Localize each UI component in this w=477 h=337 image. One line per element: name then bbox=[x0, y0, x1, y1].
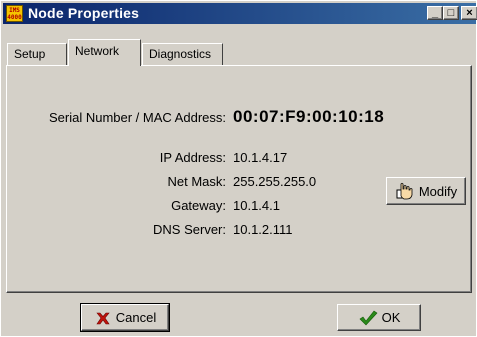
net-mask-label: Net Mask: bbox=[167, 174, 226, 189]
ip-address-value: 10.1.4.17 bbox=[233, 150, 288, 165]
title-bar[interactable]: IMS 4000 Node Properties _ □ × bbox=[3, 3, 477, 24]
gateway-label: Gateway: bbox=[171, 198, 226, 213]
green-check-icon bbox=[359, 310, 378, 325]
modify-button[interactable]: Modify bbox=[386, 177, 466, 205]
minimize-button[interactable]: _ bbox=[427, 6, 443, 20]
ok-button[interactable]: OK bbox=[337, 304, 421, 331]
app-icon: IMS 4000 bbox=[6, 5, 23, 22]
cancel-button-label: Cancel bbox=[115, 310, 157, 325]
cancel-button[interactable]: Cancel bbox=[80, 303, 170, 332]
modify-button-label: Modify bbox=[418, 183, 458, 199]
red-x-icon bbox=[96, 312, 110, 324]
mac-address-label: Serial Number / MAC Address: bbox=[48, 110, 226, 125]
window-title: Node Properties bbox=[28, 5, 140, 21]
ok-button-label: OK bbox=[381, 310, 401, 325]
tab-setup[interactable]: Setup bbox=[7, 43, 67, 65]
mac-address-value: 00:07:F9:00:10:18 bbox=[233, 107, 385, 126]
gateway-value: 10.1.4.1 bbox=[233, 198, 280, 213]
hand-pointer-icon bbox=[396, 182, 413, 200]
node-properties-window: IMS 4000 Node Properties _ □ × Setup Netw… bbox=[0, 0, 477, 337]
maximize-button[interactable]: □ bbox=[443, 6, 459, 20]
dns-server-value: 10.1.2.111 bbox=[233, 222, 293, 237]
tab-network[interactable]: Network bbox=[68, 39, 141, 66]
close-button[interactable]: × bbox=[461, 6, 477, 20]
dns-server-label: DNS Server: bbox=[153, 222, 226, 237]
net-mask-value: 255.255.255.0 bbox=[233, 174, 317, 189]
ip-address-label: IP Address: bbox=[159, 150, 226, 165]
tab-diagnostics[interactable]: Diagnostics bbox=[142, 43, 223, 65]
